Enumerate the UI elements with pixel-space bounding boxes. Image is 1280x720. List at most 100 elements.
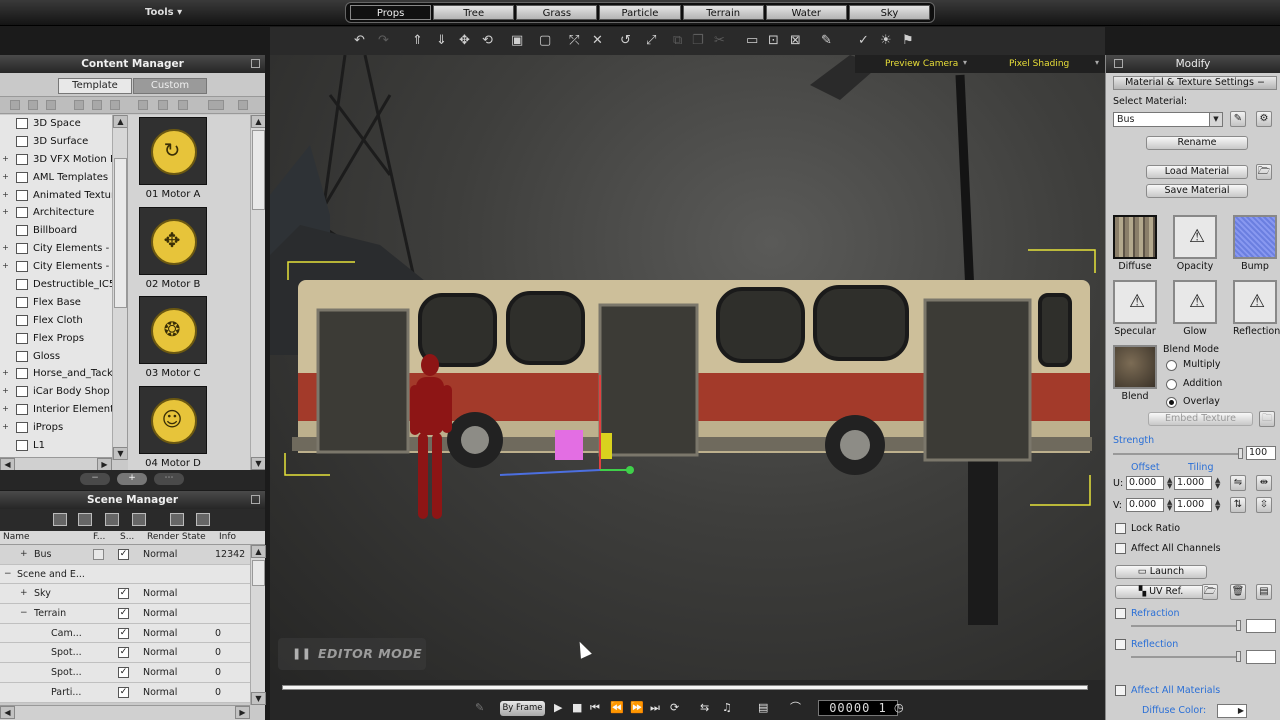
scroll-up-icon[interactable]: ▲	[251, 115, 265, 128]
folder-icon[interactable]	[28, 100, 38, 110]
3d-viewport[interactable]: Preview Camera ▾ Pixel Shading ▾ ❚❚ EDIT…	[270, 55, 1105, 680]
tree-item[interactable]: + Interior Element V	[0, 401, 127, 419]
slider-knob[interactable]	[1236, 620, 1241, 631]
col-show[interactable]: S...	[120, 532, 134, 542]
show-checkbox[interactable]: ✓	[118, 647, 129, 659]
tree-item[interactable]: Flex Cloth	[0, 312, 127, 330]
channel-diffuse[interactable]: Diffuse	[1113, 215, 1157, 274]
reflection-field[interactable]	[1246, 650, 1276, 664]
mirror-u-icon[interactable]: ⇹	[1256, 475, 1272, 491]
pick-material-icon[interactable]: ⚙	[1256, 111, 1272, 127]
scene-row[interactable]: Parti... ✓ Normal 0	[0, 682, 265, 703]
thumbnail-scroll-thumb[interactable]	[252, 130, 265, 210]
speed-icon[interactable]: ⇆	[700, 702, 709, 714]
collapse-icon[interactable]: −	[20, 604, 28, 623]
tree-item[interactable]: + Horse_and_Tack	[0, 365, 127, 383]
delete-icon[interactable]	[46, 100, 56, 110]
template-thumbnail[interactable]: ☺ 04 Motor D	[139, 385, 207, 471]
tree-item[interactable]: L1	[0, 437, 127, 455]
scroll-up-icon[interactable]: ▲	[251, 545, 266, 558]
reflection-tile[interactable]: ⚠	[1233, 280, 1277, 324]
search-icon[interactable]	[138, 100, 148, 110]
align-icon[interactable]: ▢	[539, 34, 551, 48]
tab-sky[interactable]: Sky	[848, 5, 930, 20]
v-tiling-field[interactable]: 1.000	[1174, 498, 1212, 512]
view-icon[interactable]: ⊠	[790, 34, 801, 48]
fit-icon[interactable]: ⤢	[646, 34, 656, 48]
minimize-icon[interactable]	[1114, 59, 1123, 68]
scene-row[interactable]: Cam... ✓ Normal 0	[0, 623, 265, 644]
reflection-checkbox[interactable]	[1115, 639, 1126, 650]
key-icon[interactable]: ✎	[475, 702, 484, 714]
brush-icon[interactable]: ✎	[821, 34, 832, 48]
audio-icon[interactable]: ♫	[722, 702, 732, 714]
browse-icon[interactable]: 🗁	[1202, 584, 1218, 600]
light-icon[interactable]: ☀	[880, 34, 892, 48]
mirror-v-icon[interactable]: ⇳	[1256, 497, 1272, 513]
stop-icon[interactable]: ■	[572, 702, 582, 714]
expand-icon[interactable]: +	[2, 244, 9, 252]
glow-tile[interactable]: ⚠	[1173, 280, 1217, 324]
loop-icon[interactable]: ⟳	[670, 702, 679, 714]
scene-scroll-thumb[interactable]	[252, 560, 265, 586]
lock-ratio-checkbox[interactable]	[1115, 523, 1126, 534]
tab-grass[interactable]: Grass	[516, 5, 598, 20]
blend-tile[interactable]	[1113, 345, 1157, 389]
show-checkbox[interactable]: ✓	[118, 588, 129, 600]
select-icon[interactable]	[132, 513, 146, 526]
expand-icon[interactable]: +	[20, 584, 28, 603]
by-frame-button[interactable]: By Frame	[500, 701, 545, 716]
thumbnail-scrollbar[interactable]: ▲ ▼	[250, 115, 265, 470]
tab-water[interactable]: Water	[765, 5, 847, 20]
search-icon[interactable]	[105, 513, 119, 526]
list-icon[interactable]	[78, 513, 92, 526]
settings-icon[interactable]	[178, 100, 188, 110]
tab-props[interactable]: Props	[350, 5, 432, 20]
template-thumbnail[interactable]: ↻ 01 Motor A	[139, 117, 207, 205]
orbit-icon[interactable]: ↺	[620, 34, 631, 48]
save-material-button[interactable]: Save Material	[1146, 184, 1248, 198]
import-icon[interactable]	[74, 100, 84, 110]
embed-texture-button[interactable]: Embed Texture	[1148, 412, 1253, 426]
spin-icon[interactable]: ▲ ▼	[1167, 477, 1172, 490]
scroll-down-icon[interactable]: ▼	[251, 692, 266, 705]
rotate-icon[interactable]: ⟲	[482, 34, 493, 48]
clock-icon[interactable]: ◷	[894, 702, 904, 714]
undo-icon[interactable]: ↶	[354, 34, 365, 48]
u-tiling-field[interactable]: 1.000	[1174, 476, 1212, 490]
move-up-icon[interactable]: ⇑	[412, 34, 423, 48]
tree-item[interactable]: + iProps	[0, 419, 127, 437]
reflection-slider[interactable]	[1131, 651, 1241, 662]
tree-item[interactable]: + iCar Body Shop	[0, 383, 127, 401]
blend-overlay-radio[interactable]	[1166, 397, 1177, 408]
uv-ref-button[interactable]: ▚ UV Ref.	[1115, 585, 1207, 599]
more-icon[interactable]: ⋯	[154, 473, 184, 485]
flip-v-icon[interactable]: ⇅	[1230, 497, 1246, 513]
tree-item[interactable]: Flex Base	[0, 294, 127, 312]
texture-folder-icon[interactable]: 🗀	[1259, 411, 1275, 427]
refraction-field[interactable]	[1246, 619, 1276, 633]
tree-item[interactable]: + AML Templates	[0, 169, 127, 187]
template-thumbnail[interactable]: ❂ 03 Motor C	[139, 296, 207, 384]
refraction-checkbox[interactable]	[1115, 608, 1126, 619]
expand-icon[interactable]: +	[2, 190, 9, 199]
u-offset-field[interactable]: 0.000	[1126, 476, 1164, 490]
export-icon[interactable]	[92, 100, 102, 110]
col-name[interactable]: Name	[3, 532, 30, 542]
tree-scrollbar[interactable]: ▲ ▼	[112, 115, 127, 460]
end-icon[interactable]: ⏭	[650, 702, 660, 714]
scroll-down-icon[interactable]: ▼	[113, 447, 127, 460]
move-icon[interactable]: ✥	[459, 34, 470, 48]
scroll-down-icon[interactable]: ▼	[251, 457, 265, 470]
minimize-icon[interactable]	[251, 59, 260, 68]
scene-row[interactable]: + Bus ✓ Normal 12342	[0, 545, 265, 565]
material-dropdown[interactable]: Bus ▼	[1113, 112, 1223, 127]
transform-icon[interactable]: ⤱	[569, 34, 579, 48]
strength-field[interactable]: 100	[1246, 446, 1276, 460]
check-icon[interactable]: ✓	[858, 34, 869, 48]
expand-icon[interactable]: +	[2, 262, 9, 270]
blend-channel[interactable]: Blend	[1113, 345, 1157, 404]
move-down-icon[interactable]: ⇓	[436, 34, 447, 48]
thumbnail-image[interactable]: ☺	[139, 385, 207, 454]
paste-icon[interactable]: ❐	[692, 34, 704, 48]
